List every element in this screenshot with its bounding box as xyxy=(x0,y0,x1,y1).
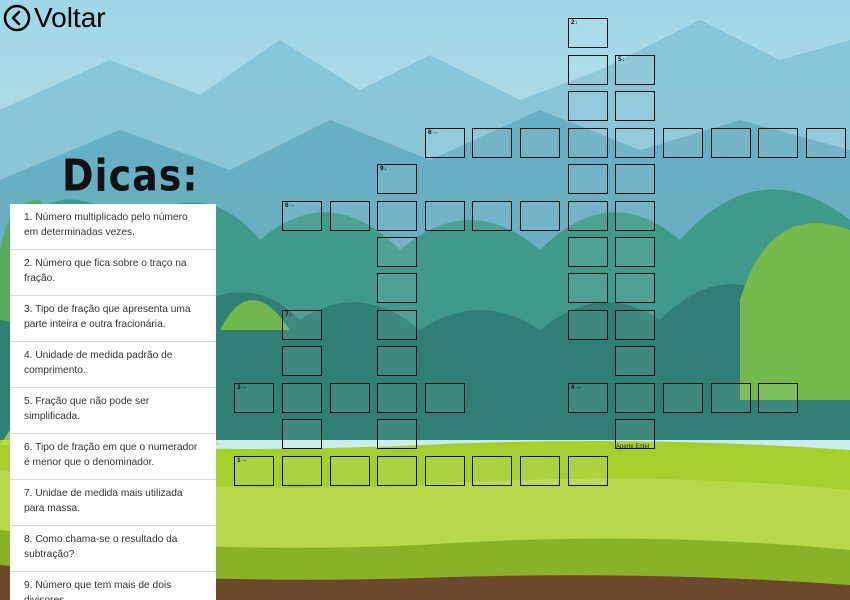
crossword-cell[interactable] xyxy=(472,128,512,158)
hint-item: 6. Tipo de fração em que o numerador é m… xyxy=(10,434,216,480)
crossword-cell[interactable] xyxy=(377,237,417,267)
crossword-cell[interactable] xyxy=(615,201,655,231)
crossword-cell[interactable] xyxy=(282,346,322,376)
crossword-cell[interactable] xyxy=(758,128,798,158)
chevron-left-circle-icon xyxy=(3,4,31,32)
crossword-cell[interactable] xyxy=(330,201,370,231)
hints-list: 1. Número multiplicado pelo número em de… xyxy=(10,204,216,600)
crossword-cell[interactable] xyxy=(377,456,417,486)
crossword-cell[interactable] xyxy=(520,456,560,486)
crossword-cell[interactable] xyxy=(568,310,608,340)
hints-title: Dicas: xyxy=(62,150,199,201)
crossword-cell[interactable] xyxy=(377,310,417,340)
crossword-cell[interactable] xyxy=(711,128,751,158)
clue-number: 9↓ xyxy=(380,165,387,172)
clue-number: 6→ xyxy=(285,202,296,209)
crossword-cell[interactable] xyxy=(568,237,608,267)
crossword-cell[interactable] xyxy=(615,91,655,121)
crossword-cell[interactable]: 9↓ xyxy=(377,164,417,194)
crossword-cell[interactable] xyxy=(615,164,655,194)
clue-number: 8→ xyxy=(428,129,439,136)
crossword-cell[interactable] xyxy=(615,273,655,303)
crossword-cell[interactable] xyxy=(663,383,703,413)
crossword-cell[interactable] xyxy=(377,346,417,376)
crossword-cell[interactable] xyxy=(330,383,370,413)
crossword-cell[interactable] xyxy=(282,419,322,449)
hint-item: 4. Unidade de medida padrão de comprimen… xyxy=(10,342,216,388)
crossword-cell[interactable]: 5↓ xyxy=(615,55,655,85)
crossword-cell[interactable] xyxy=(377,419,417,449)
crossword-cell[interactable] xyxy=(615,346,655,376)
clue-number: 1→ xyxy=(237,457,248,464)
crossword-cell[interactable] xyxy=(425,201,465,231)
crossword-cell[interactable]: 2↓ xyxy=(568,18,608,48)
crossword-cell[interactable] xyxy=(615,310,655,340)
clue-number: 7↓ xyxy=(285,311,292,318)
crossword-cell[interactable]: 3→ xyxy=(234,383,274,413)
crossword-cell[interactable] xyxy=(568,128,608,158)
clue-number: 3→ xyxy=(237,384,248,391)
crossword-cell[interactable]: 4→ xyxy=(568,383,608,413)
hint-item: 2. Número que fica sobre o traço na fraç… xyxy=(10,250,216,296)
crossword-cell[interactable] xyxy=(568,164,608,194)
crossword-cell[interactable]: 7↓ xyxy=(282,310,322,340)
crossword-cell[interactable] xyxy=(330,456,370,486)
crossword-cell[interactable]: 1→ xyxy=(234,456,274,486)
crossword-cell[interactable]: Aperte Enter xyxy=(615,419,655,450)
crossword-cell[interactable] xyxy=(472,201,512,231)
crossword-cell[interactable] xyxy=(472,456,512,486)
crossword-cell[interactable] xyxy=(425,456,465,486)
hint-item: 9. Número que tem mais de dois divisores… xyxy=(10,572,216,600)
crossword-cell[interactable] xyxy=(758,383,798,413)
hint-item: 7. Unidae de medida mais utilizada para … xyxy=(10,480,216,526)
crossword-cell[interactable] xyxy=(568,273,608,303)
crossword-cell[interactable] xyxy=(377,383,417,413)
crossword-cell[interactable] xyxy=(568,55,608,85)
crossword-cell[interactable] xyxy=(568,201,608,231)
crossword-cell[interactable] xyxy=(806,128,846,158)
crossword-cell[interactable] xyxy=(615,128,655,158)
hint-item: 8. Como chama-se o resultado da subtraçã… xyxy=(10,526,216,572)
crossword-cell[interactable] xyxy=(282,383,322,413)
crossword-cell[interactable]: 8→ xyxy=(425,128,465,158)
crossword-cell[interactable] xyxy=(520,128,560,158)
crossword-cell[interactable] xyxy=(711,383,751,413)
helper-text: Aperte Enter xyxy=(616,444,650,450)
crossword-cell[interactable] xyxy=(425,383,465,413)
crossword-cell[interactable] xyxy=(615,383,655,413)
crossword-cell[interactable]: 6→ xyxy=(282,201,322,231)
crossword-cell[interactable] xyxy=(377,273,417,303)
hint-item: 3. Tipo de fração que apresenta uma part… xyxy=(10,296,216,342)
back-button[interactable]: Voltar xyxy=(0,0,106,36)
hint-item: 5. Fração que não pode ser simplificada. xyxy=(10,388,216,434)
crossword-cell[interactable] xyxy=(568,456,608,486)
back-label: Voltar xyxy=(34,2,106,33)
hint-item: 1. Número multiplicado pelo número em de… xyxy=(10,204,216,250)
crossword-cell[interactable] xyxy=(568,91,608,121)
crossword-cell[interactable] xyxy=(663,128,703,158)
clue-number: 5↓ xyxy=(618,56,625,63)
crossword-cell[interactable] xyxy=(520,201,560,231)
clue-number: 4→ xyxy=(571,384,582,391)
crossword-cell[interactable] xyxy=(282,456,322,486)
clue-number: 2↓ xyxy=(571,19,578,26)
crossword-cell[interactable] xyxy=(377,201,417,231)
crossword-cell[interactable] xyxy=(615,237,655,267)
